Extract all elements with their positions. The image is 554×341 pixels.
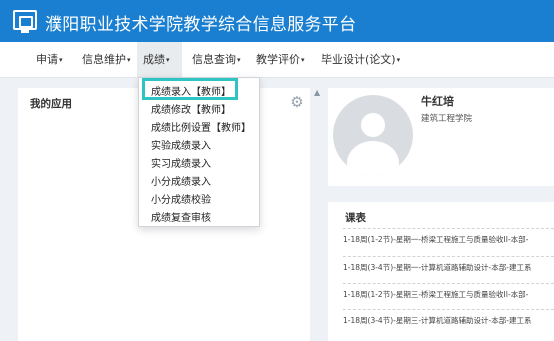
nav-item-apply[interactable]: 申请▾ bbox=[30, 42, 69, 78]
menu-item-subscore-entry[interactable]: 小分成绩录入 bbox=[151, 173, 211, 188]
profile-department: 建筑工程学院 bbox=[421, 114, 473, 124]
menu-item-lab-grade-entry[interactable]: 实验成绩录入 bbox=[151, 137, 211, 152]
nav-item-info-query[interactable]: 信息查询▾ bbox=[186, 42, 247, 78]
profile-name: 牛红培 bbox=[421, 95, 454, 108]
highlight-box bbox=[142, 78, 238, 100]
menu-item-grade-review[interactable]: 成绩复查审核 bbox=[151, 209, 211, 224]
caret-down-icon: ▾ bbox=[166, 56, 170, 64]
menu-item-internship-grade-entry[interactable]: 实习成绩录入 bbox=[151, 155, 211, 170]
collapse-arrow-icon[interactable]: ▲ bbox=[314, 88, 320, 97]
schedule-row[interactable]: 1-18周(1-2节)-星期三-桥梁工程施工与质量验收II-本部- bbox=[343, 283, 554, 305]
nav-item-grades[interactable]: 成绩▾ bbox=[137, 42, 182, 78]
menu-item-subscore-check[interactable]: 小分成绩校验 bbox=[151, 191, 211, 206]
nav-label: 信息维护 bbox=[82, 53, 126, 66]
avatar-body bbox=[347, 141, 399, 175]
caret-down-icon: ▾ bbox=[301, 56, 305, 64]
nav-item-graduation-design[interactable]: 毕业设计(论文)▾ bbox=[315, 42, 406, 78]
schedule-row[interactable]: 1-18周(3-4节)-星期三-计算机道路辅助设计-本部-建工系 bbox=[343, 309, 554, 331]
monitor-stand bbox=[21, 30, 29, 33]
avatar-head bbox=[361, 113, 385, 137]
schedule-row[interactable]: 1-18周(3-4节)-星期一-计算机道路辅助设计-本部-建工系 bbox=[343, 256, 554, 278]
nav-label: 毕业设计(论文) bbox=[321, 53, 396, 66]
avatar bbox=[333, 95, 413, 175]
nav-label: 成绩 bbox=[143, 53, 165, 66]
app-header: 濮阳职业技术学院教学综合信息服务平台 bbox=[0, 0, 554, 42]
schedule-title: 课表 bbox=[345, 212, 366, 224]
my-apps-title: 我的应用 bbox=[30, 98, 72, 110]
nav-label: 申请 bbox=[36, 53, 58, 66]
caret-down-icon: ▾ bbox=[127, 56, 131, 64]
gear-icon[interactable]: ⚙ bbox=[289, 94, 305, 110]
nav-label: 信息查询 bbox=[192, 53, 236, 66]
app-title: 濮阳职业技术学院教学综合信息服务平台 bbox=[45, 15, 357, 35]
nav-item-info-maintenance[interactable]: 信息维护▾ bbox=[76, 42, 137, 78]
caret-down-icon: ▾ bbox=[237, 56, 241, 64]
nav-label: 教学评价 bbox=[256, 53, 300, 66]
menu-item-grade-ratio-teacher[interactable]: 成绩比例设置【教师】 bbox=[151, 119, 251, 134]
caret-down-icon: ▾ bbox=[59, 56, 63, 64]
monitor-logo-icon bbox=[13, 10, 37, 30]
schedule-row[interactable]: 1-18周(1-2节)-星期一-桥梁工程施工与质量验收II-本部- bbox=[343, 228, 554, 250]
menu-item-grade-modify-teacher[interactable]: 成绩修改【教师】 bbox=[151, 101, 231, 116]
nav-item-teaching-evaluation[interactable]: 教学评价▾ bbox=[250, 42, 311, 78]
main-navbar: 申请▾ 信息维护▾ 成绩▾ 信息查询▾ 教学评价▾ 毕业设计(论文)▾ bbox=[0, 42, 554, 78]
caret-down-icon: ▾ bbox=[396, 56, 401, 64]
